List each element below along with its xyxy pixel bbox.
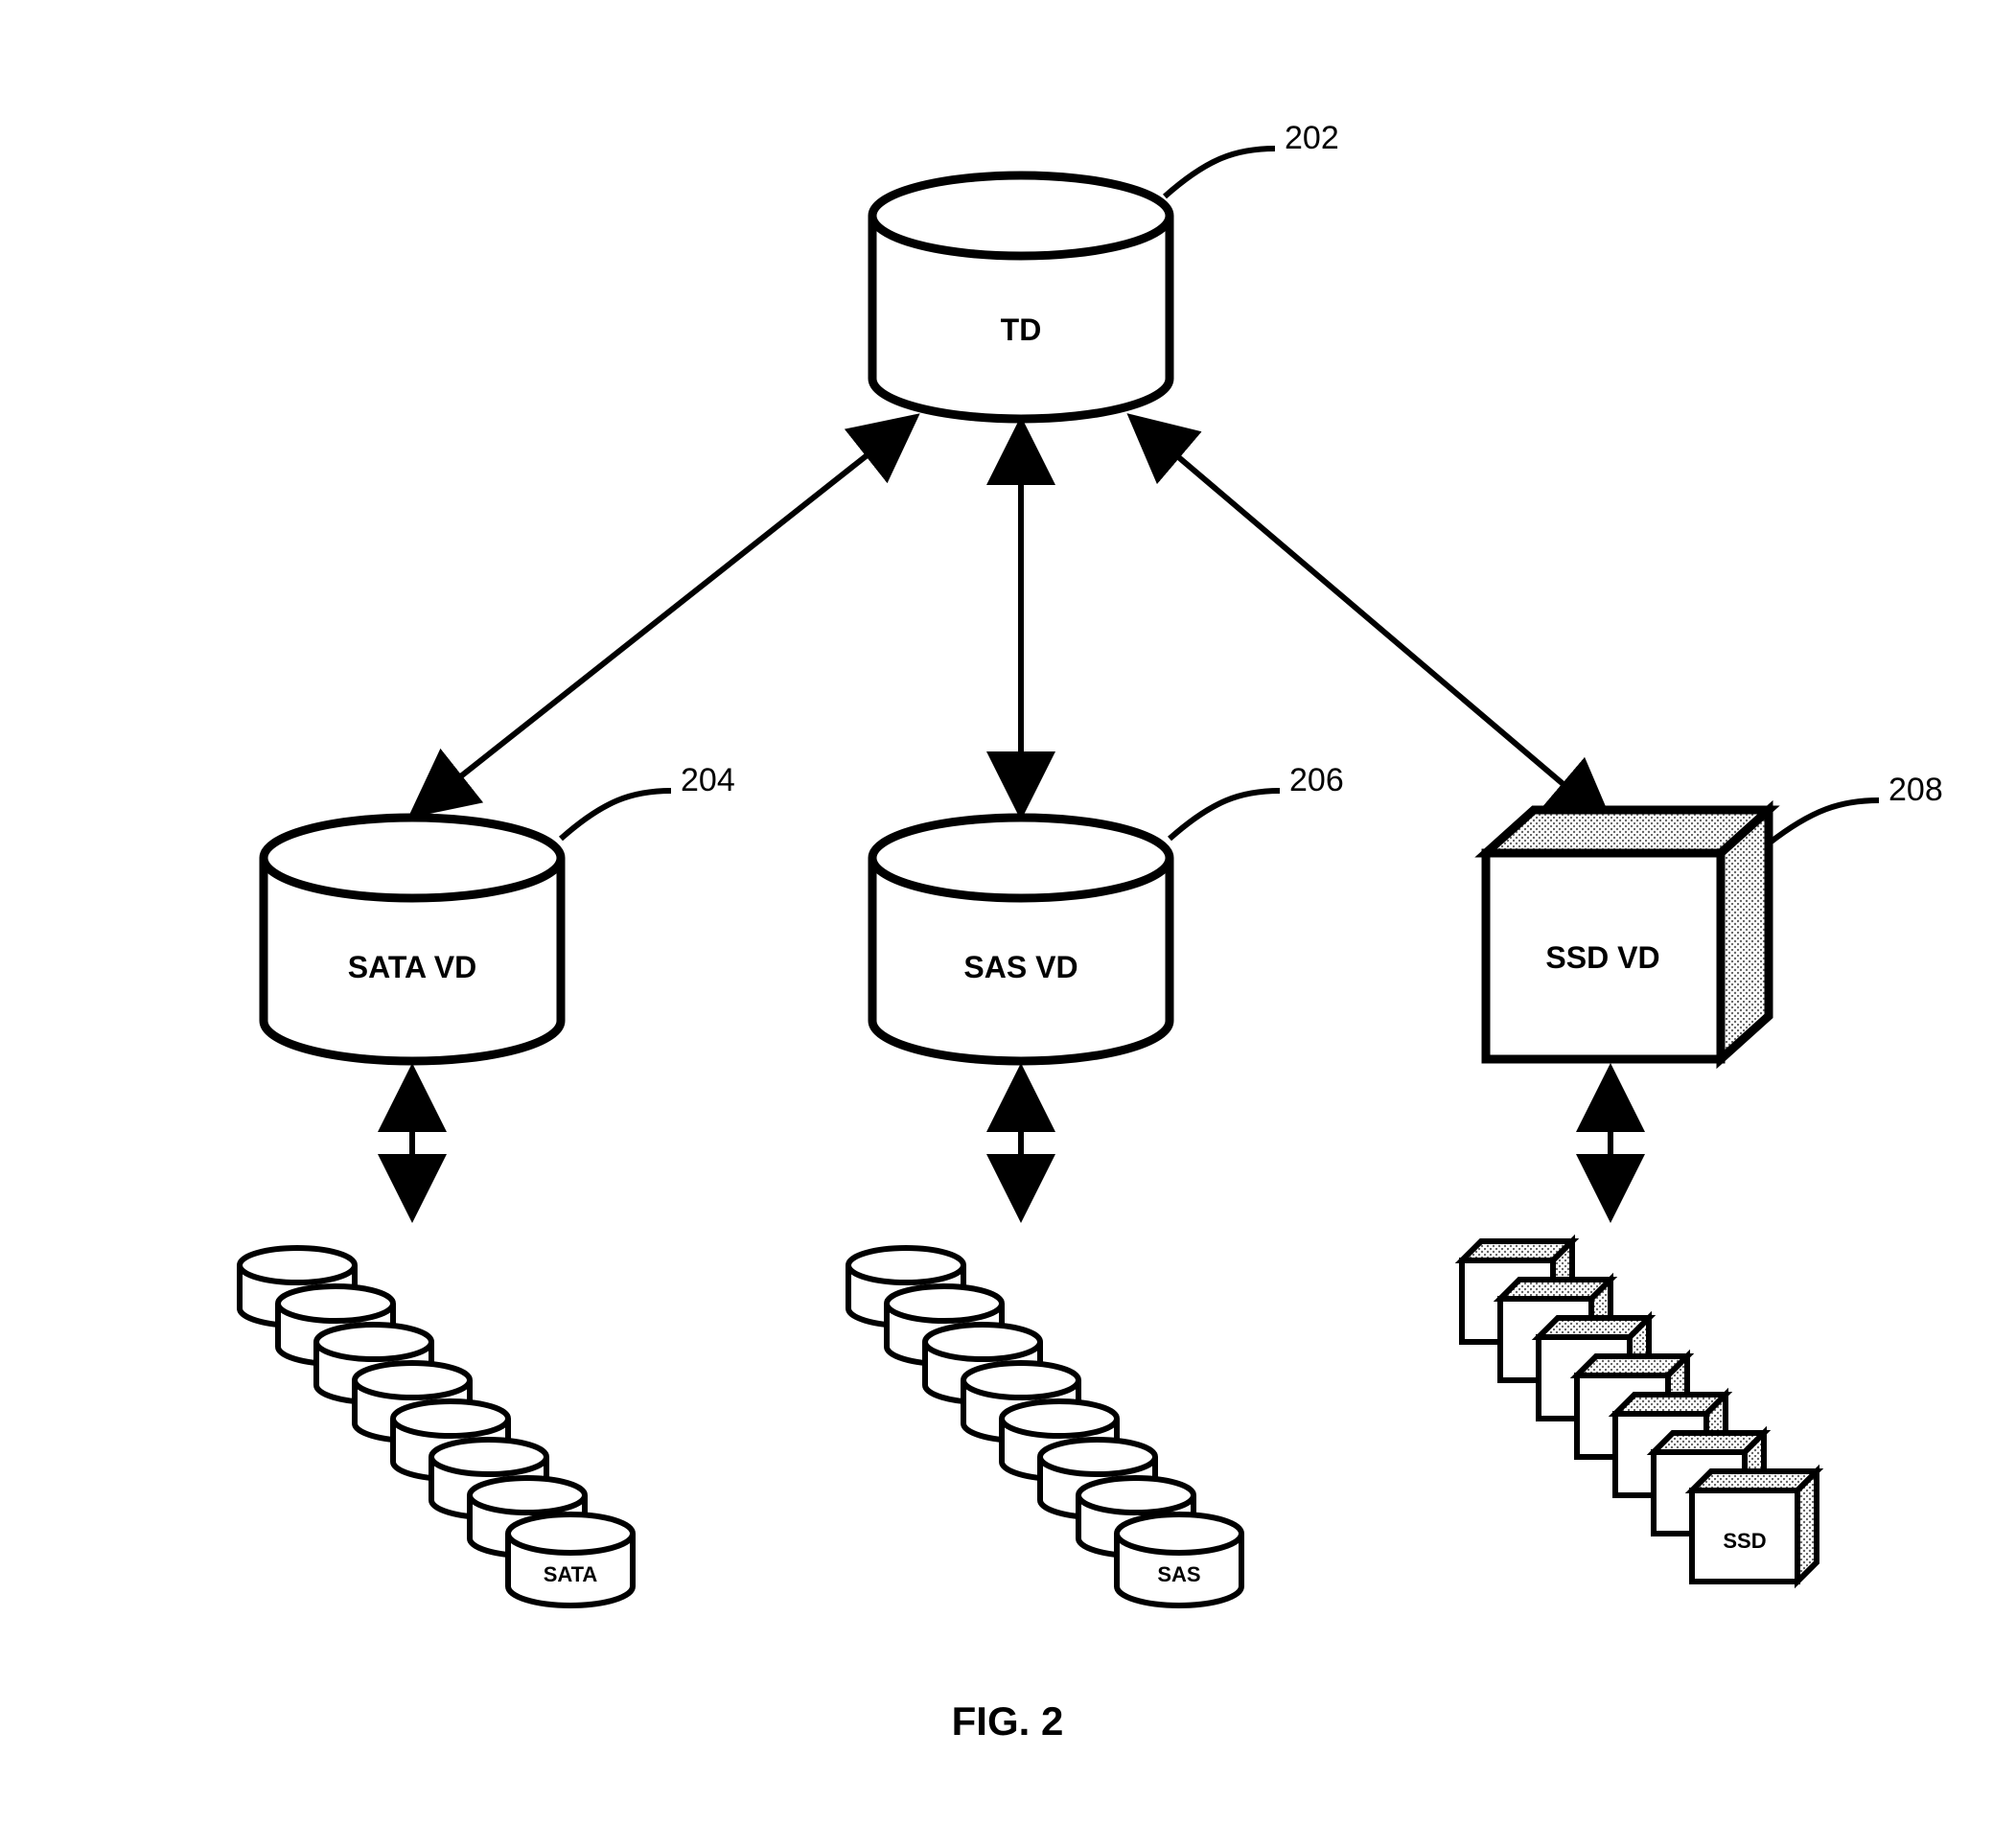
node-ssd-vd: SSD VD: [1486, 810, 1769, 1059]
arrow-td-sata: [412, 417, 915, 815]
leader-206: [1170, 791, 1280, 839]
ref-202: 202: [1285, 120, 1339, 156]
arrow-td-ssd: [1131, 417, 1610, 824]
ref-204: 204: [681, 762, 735, 798]
leader-208: [1769, 800, 1879, 843]
sata-stack: SATA: [240, 1248, 633, 1605]
sata-vd-label: SATA VD: [348, 950, 477, 984]
sas-stack: SAS: [848, 1248, 1241, 1605]
node-sas-vd: SAS VD: [872, 818, 1170, 1061]
ssd-stack-label: SSD: [1723, 1529, 1766, 1553]
ref-208: 208: [1889, 772, 1943, 808]
sas-vd-label: SAS VD: [963, 950, 1078, 984]
node-sata-vd: SATA VD: [264, 818, 561, 1061]
figure-caption: FIG. 2: [952, 1698, 1064, 1744]
ref-206: 206: [1289, 762, 1344, 798]
leader-202: [1165, 149, 1275, 196]
node-td: TD: [872, 175, 1170, 419]
ssd-stack: SSD: [1462, 1241, 1817, 1582]
sas-stack-label: SAS: [1157, 1562, 1200, 1586]
ssd-vd-label: SSD VD: [1545, 940, 1659, 975]
td-label: TD: [1001, 312, 1042, 347]
leader-204: [561, 791, 671, 839]
sata-stack-label: SATA: [544, 1562, 598, 1586]
diagram-canvas: TD 202 SATA VD 204 SAS VD 206 SSD VD 208: [0, 0, 2016, 1848]
